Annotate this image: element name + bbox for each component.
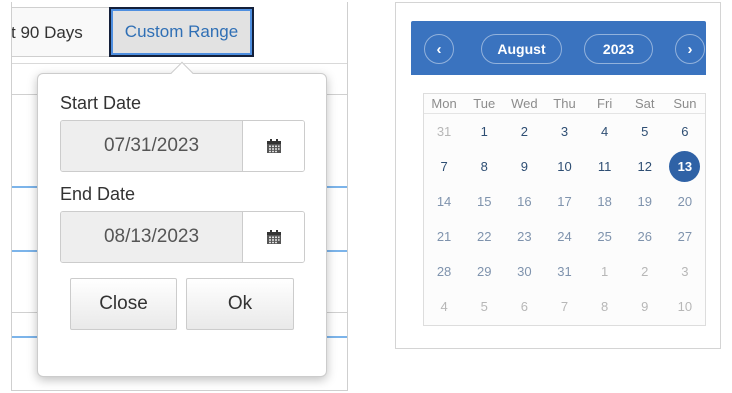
calendar-day[interactable]: 23	[504, 219, 544, 254]
calendar-day[interactable]: 8	[464, 149, 504, 184]
week-row: 4 5 6 7 8 9 10	[424, 289, 705, 324]
calendar-day[interactable]: 17	[544, 184, 584, 219]
weekday-label: Sat	[635, 96, 655, 111]
chevron-right-icon: ›	[687, 40, 693, 58]
end-date-label: End Date	[60, 184, 136, 204]
calendar-day[interactable]: 1	[464, 114, 504, 149]
calendar-day[interactable]: 12	[625, 149, 665, 184]
calendar-day[interactable]: 22	[464, 219, 504, 254]
calendar-day[interactable]: 6	[504, 289, 544, 324]
calendar-day[interactable]: 9	[504, 149, 544, 184]
week-row: 21 22 23 24 25 26 27	[424, 219, 705, 254]
week-row: 7 8 9 10 11 12 13	[424, 149, 705, 184]
calendar-day[interactable]: 4	[424, 289, 464, 324]
weekday-label: Thu	[553, 96, 576, 111]
calendar-day-selected[interactable]: 13	[665, 149, 705, 184]
calendar-day[interactable]: 4	[585, 114, 625, 149]
close-button[interactable]: Close	[70, 278, 177, 330]
calendar-day[interactable]: 28	[424, 254, 464, 289]
calendar-day[interactable]: 30	[504, 254, 544, 289]
calendar-day[interactable]: 3	[544, 114, 584, 149]
weekday-label: Sun	[673, 96, 697, 111]
calendar-day[interactable]: 5	[464, 289, 504, 324]
calendar-day[interactable]: 8	[585, 289, 625, 324]
calendar-day[interactable]: 25	[585, 219, 625, 254]
calendar-icon	[266, 139, 281, 153]
calendar-day[interactable]: 16	[504, 184, 544, 219]
date-range-panel: t 90 Days Custom Range Start Date 07/31/…	[11, 2, 348, 391]
start-date-input[interactable]	[61, 121, 243, 171]
calendar-header: ‹ August 2023 ›	[411, 21, 706, 75]
calendar-day[interactable]: 15	[464, 184, 504, 219]
week-row: 31 1 2 3 4 5 6	[424, 114, 705, 149]
week-row: 14 15 16 17 18 19 20	[424, 184, 705, 219]
custom-range-tab[interactable]: Custom Range	[109, 7, 254, 57]
last-90-days-tab[interactable]: t 90 Days	[12, 7, 111, 57]
date-picker: ‹ August 2023 › Mon Tue Wed Thu Fri Sat …	[411, 21, 706, 326]
calendar-day[interactable]: 10	[665, 289, 705, 324]
year-selector[interactable]: 2023	[584, 34, 653, 64]
prev-month-button[interactable]: ‹	[424, 34, 454, 64]
weekday-label: Tue	[473, 96, 496, 111]
start-date-group	[60, 120, 305, 172]
weekday-label: Fri	[597, 96, 613, 111]
end-date-group	[60, 211, 305, 263]
calendar-day[interactable]: 9	[625, 289, 665, 324]
calendar-icon	[266, 230, 281, 244]
calendar-day[interactable]: 21	[424, 219, 464, 254]
calendar-panel: ‹ August 2023 › Mon Tue Wed Thu Fri Sat …	[395, 2, 721, 349]
calendar-day[interactable]: 2	[504, 114, 544, 149]
weekday-label: Wed	[511, 96, 538, 111]
month-selector[interactable]: August	[481, 34, 562, 64]
range-toolbar: t 90 Days Custom Range	[12, 2, 347, 64]
calendar-day[interactable]: 6	[665, 114, 705, 149]
ok-button[interactable]: Ok	[186, 278, 294, 330]
calendar-day[interactable]: 26	[625, 219, 665, 254]
calendar-day[interactable]: 18	[585, 184, 625, 219]
calendar-day[interactable]: 7	[424, 149, 464, 184]
custom-range-popover: Start Date End Date	[37, 73, 327, 377]
calendar-day[interactable]: 19	[625, 184, 665, 219]
calendar-day[interactable]: 1	[585, 254, 625, 289]
start-date-label: Start Date	[60, 93, 142, 113]
start-date-calendar-button[interactable]	[243, 121, 304, 171]
calendar-day[interactable]: 7	[544, 289, 584, 324]
calendar-day[interactable]: 31	[424, 114, 464, 149]
weekday-header-row: Mon Tue Wed Thu Fri Sat Sun	[424, 94, 705, 114]
calendar-day[interactable]: 24	[544, 219, 584, 254]
calendar-grid: Mon Tue Wed Thu Fri Sat Sun 31 1 2 3 4 5 6 7 8 9 1…	[423, 93, 706, 326]
calendar-day[interactable]: 27	[665, 219, 705, 254]
calendar-day[interactable]: 3	[665, 254, 705, 289]
calendar-day[interactable]: 10	[544, 149, 584, 184]
calendar-day[interactable]: 11	[585, 149, 625, 184]
calendar-day[interactable]: 31	[544, 254, 584, 289]
end-date-calendar-button[interactable]	[243, 212, 304, 262]
calendar-day[interactable]: 5	[625, 114, 665, 149]
calendar-day[interactable]: 14	[424, 184, 464, 219]
end-date-input[interactable]	[61, 212, 243, 262]
calendar-day[interactable]: 2	[625, 254, 665, 289]
weekday-label: Mon	[431, 96, 457, 111]
week-row: 28 29 30 31 1 2 3	[424, 254, 705, 289]
chevron-left-icon: ‹	[436, 40, 442, 58]
calendar-day[interactable]: 29	[464, 254, 504, 289]
next-month-button[interactable]: ›	[675, 34, 705, 64]
calendar-day[interactable]: 20	[665, 184, 705, 219]
